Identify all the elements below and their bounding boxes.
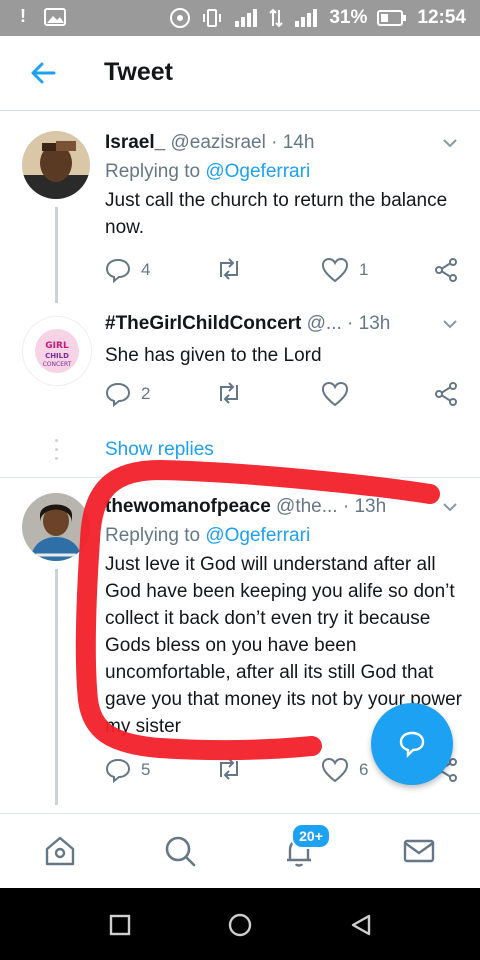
retweet-icon (220, 382, 238, 404)
tweet-time: · 13h (342, 496, 387, 517)
status-bar: ! 31% 12:54 (0, 0, 480, 36)
mention-link[interactable]: @Ogeferrari (205, 525, 310, 546)
author-handle[interactable]: @eazisrael (171, 132, 266, 153)
heart-icon (321, 381, 349, 407)
author-handle[interactable]: @... (307, 313, 342, 334)
hotspot-icon (170, 8, 191, 28)
reply-tweet[interactable]: Israel_ @eazisrael · 14h Replying to @Og… (0, 111, 480, 311)
avatar[interactable] (22, 493, 90, 561)
replying-to: Replying to @Ogeferrari (105, 525, 311, 546)
battery-percent: 31% (329, 7, 368, 28)
signal-icon (235, 9, 258, 27)
share-button[interactable] (433, 257, 459, 283)
reply-button[interactable]: 4 (105, 257, 150, 283)
home-circle-icon[interactable] (228, 913, 252, 937)
share-icon (435, 258, 457, 282)
gallery-icon (44, 7, 66, 26)
recent-apps-icon[interactable] (109, 914, 131, 936)
reply-tweet[interactable]: GIRL CHILD CONCERT #TheGirlChildConcert … (0, 304, 480, 530)
show-replies-link[interactable]: Show replies (105, 439, 214, 461)
tweet-time: · 14h (271, 132, 315, 153)
retweet-button[interactable] (215, 757, 243, 781)
reply-icon (105, 382, 131, 407)
messages-mail-icon[interactable] (402, 834, 436, 868)
tweet-text: Just call the church to return the balan… (105, 190, 448, 238)
like-count: 6 (359, 760, 369, 779)
reply-count: 4 (141, 260, 151, 279)
heart-icon (321, 257, 349, 283)
thread-line (55, 207, 58, 303)
page-title: Tweet (104, 58, 173, 86)
retweet-icon (220, 758, 238, 780)
like-button[interactable]: 6 (321, 757, 368, 783)
like-button[interactable]: 1 (321, 257, 368, 283)
reply-icon (105, 758, 131, 783)
thread-line (55, 569, 58, 805)
avatar-logo-text: GIRL (45, 341, 69, 351)
signal-icon-2 (295, 9, 318, 27)
share-button[interactable] (433, 381, 459, 407)
avatar[interactable] (22, 131, 90, 199)
svg-text:CHILD: CHILD (45, 352, 69, 360)
notifications-badge: 20+ (291, 823, 331, 849)
home-icon[interactable] (43, 834, 77, 868)
bottom-navigation: 20+ (0, 813, 480, 888)
reply-count: 2 (141, 384, 151, 403)
reply-bubble-icon (399, 731, 425, 758)
tweet-text: She has given to the Lord (105, 345, 322, 366)
thread-dots (55, 439, 58, 466)
clock: 12:54 (417, 7, 466, 28)
battery-icon (377, 10, 407, 26)
reply-icon (105, 258, 131, 283)
share-icon (435, 382, 457, 406)
back-triangle-icon[interactable] (349, 913, 373, 937)
retweet-icon (220, 258, 238, 280)
data-transfer-icon (269, 8, 284, 28)
reply-button[interactable]: 2 (105, 381, 150, 407)
compose-reply-button[interactable] (371, 703, 453, 785)
divider (0, 477, 480, 478)
chevron-down-icon[interactable] (442, 499, 458, 515)
retweet-button[interactable] (215, 257, 243, 281)
back-arrow-icon[interactable] (28, 58, 58, 88)
reply-count: 5 (141, 760, 151, 779)
vibrate-icon (203, 9, 222, 27)
tweet-time: · 13h (347, 313, 391, 334)
reply-button[interactable]: 5 (105, 757, 150, 783)
author-name[interactable]: thewomanofpeace (105, 496, 271, 517)
svg-text:CONCERT: CONCERT (43, 361, 72, 368)
author-name[interactable]: Israel_ (105, 132, 165, 153)
replying-to: Replying to @Ogeferrari (105, 161, 311, 182)
search-icon[interactable] (163, 834, 197, 868)
retweet-button[interactable] (215, 381, 243, 405)
system-navigation-bar (0, 888, 480, 960)
avatar[interactable]: GIRL CHILD CONCERT (22, 316, 92, 386)
like-count: 1 (359, 260, 369, 279)
like-button[interactable] (321, 381, 349, 407)
chevron-down-icon[interactable] (442, 316, 458, 332)
chevron-down-icon[interactable] (442, 135, 458, 151)
heart-icon (321, 757, 349, 783)
app-header: Tweet (0, 36, 480, 111)
mention-link[interactable]: @Ogeferrari (205, 161, 310, 182)
author-name[interactable]: #TheGirlChildConcert (105, 313, 301, 334)
author-handle[interactable]: @the... (276, 496, 338, 517)
alert-icon: ! (20, 6, 26, 26)
